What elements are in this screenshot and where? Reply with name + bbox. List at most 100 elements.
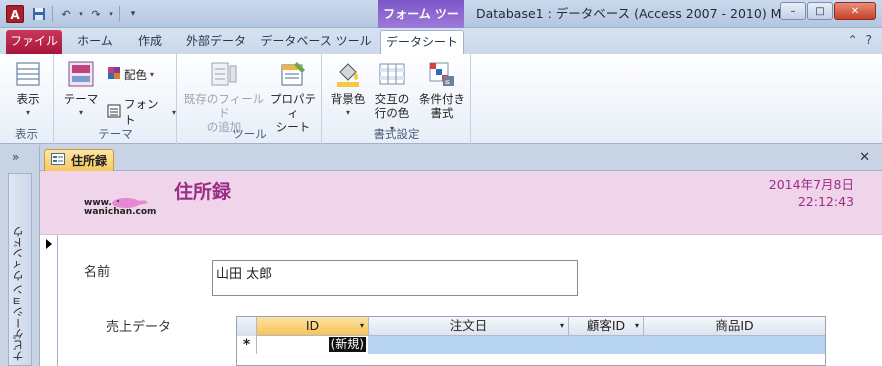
title-bar: A ↶ ▾ ↷ ▾ ▾ フォーム ツール Database1 : データベース …: [0, 0, 882, 49]
paint-bucket-icon: [334, 60, 362, 88]
alternate-row-color-button[interactable]: 交互の 行の色 ▾: [371, 60, 413, 136]
view-button-label: 表示: [16, 92, 40, 106]
chevron-down-icon[interactable]: ▾: [77, 5, 85, 23]
maximize-button[interactable]: □: [807, 2, 833, 20]
toolbar-separator: [119, 6, 120, 22]
close-button[interactable]: ✕: [834, 2, 876, 20]
tab-home[interactable]: ホーム: [70, 30, 120, 54]
tab-create[interactable]: 作成: [126, 30, 174, 54]
add-existing-fields-button[interactable]: 既存のフィールド の追加: [182, 60, 266, 134]
form-header: www. wanichan.com 住所録 2014年7月8日 22:12:43: [40, 171, 882, 235]
column-header-product-id[interactable]: 商品ID: [644, 317, 825, 336]
document-tab-label: 住所録: [71, 154, 108, 168]
column-header-customer-id[interactable]: 顧客ID ▾: [569, 317, 644, 336]
new-record-marker[interactable]: *: [237, 336, 257, 354]
group-tools: 既存のフィールド の追加 プロパティ シート ツール: [178, 54, 322, 144]
chevron-down-icon[interactable]: ▾: [360, 317, 364, 335]
fonts-label: フォント: [124, 97, 159, 127]
background-color-label: 背景色: [330, 92, 366, 106]
window-title: Database1 : データベース (Access 2007 - 2010) …: [476, 6, 794, 21]
alternate-rows-icon: [378, 60, 406, 88]
theme-button-label: テーマ: [63, 92, 99, 106]
fonts-button[interactable]: フォント ▾: [107, 96, 176, 128]
chevron-down-icon[interactable]: ▾: [107, 5, 115, 23]
cell-order-date[interactable]: [369, 336, 569, 354]
view-button[interactable]: 表示 ▾: [8, 60, 48, 120]
group-label-tools: ツール: [232, 127, 267, 141]
tab-external-data[interactable]: 外部データ: [180, 30, 252, 54]
toolbar-separator: [52, 6, 53, 22]
form-title: 住所録: [174, 181, 232, 203]
conditional-format-icon: ≤: [428, 60, 456, 88]
expand-navigation-button[interactable]: »: [12, 150, 19, 164]
new-record-label: (新規): [328, 337, 366, 352]
add-fields-label-line1: 既存のフィールド: [183, 92, 265, 120]
colors-label: 配色: [124, 67, 147, 82]
property-sheet-button[interactable]: プロパティ シート: [268, 60, 318, 134]
column-header-label: ID: [305, 318, 320, 333]
theme-button[interactable]: テーマ ▾: [61, 60, 101, 120]
select-all-corner[interactable]: [237, 317, 257, 336]
group-label-theme: テーマ: [98, 127, 133, 141]
cell-id[interactable]: (新規): [257, 336, 369, 354]
chevron-down-icon: ▾: [78, 108, 83, 117]
close-document-icon[interactable]: ✕: [859, 150, 870, 165]
form-tools-context-tab: フォーム ツール: [378, 0, 464, 49]
tab-database-tools[interactable]: データベース ツール: [260, 30, 372, 54]
chevron-down-icon[interactable]: ▾: [635, 317, 639, 335]
group-theme: テーマ ▾ 配色 ▾ フォント ▾ テーマ: [55, 54, 177, 144]
form-date: 2014年7月8日: [768, 177, 854, 192]
ribbon: 表示 ▾ 表示 テーマ ▾ 配色 ▾ フォント ▾ テーマ 既存のフィールド の…: [0, 54, 882, 144]
save-icon[interactable]: [30, 5, 48, 23]
conditional-formatting-button[interactable]: ≤ 条件付き 書式: [417, 60, 467, 120]
theme-icon: [67, 60, 95, 88]
tab-datasheet[interactable]: データシート: [380, 30, 464, 55]
background-color-button[interactable]: 背景色 ▾: [327, 60, 369, 120]
redo-icon[interactable]: ↷: [87, 5, 105, 23]
name-field[interactable]: 山田 太郎: [212, 260, 578, 296]
collapse-ribbon-icon[interactable]: ⌃: [848, 33, 858, 47]
view-icon: [14, 60, 42, 88]
property-sheet-label-line1: プロパティ: [270, 92, 316, 120]
column-header-order-date[interactable]: 注文日 ▾: [369, 317, 569, 336]
chevron-down-icon: ▾: [25, 108, 30, 117]
tab-file[interactable]: ファイル: [6, 30, 62, 54]
conditional-format-label-line2: 書式: [430, 106, 454, 120]
help-icon[interactable]: ?: [866, 33, 872, 47]
ribbon-right-icons: ⌃ ?: [848, 33, 872, 47]
chevron-down-icon[interactable]: ▾: [560, 317, 564, 335]
undo-icon[interactable]: ↶: [57, 5, 75, 23]
chevron-down-icon: ▾: [345, 108, 350, 117]
customize-toolbar-icon[interactable]: ▾: [124, 5, 142, 23]
colors-icon: [107, 66, 121, 83]
column-header-label: 商品ID: [715, 318, 754, 333]
column-header-label: 顧客ID: [586, 318, 626, 333]
cell-product-id[interactable]: [644, 336, 825, 354]
group-formatting: 背景色 ▾ 交互の 行の色 ▾ ≤ 条件付き 書式 書式設定: [323, 54, 471, 144]
navigation-pane-label: ナビゲーション ウィンドウ: [12, 225, 25, 362]
column-header-label: 注文日: [449, 318, 488, 333]
logo-text-line2: wanichan.com: [84, 207, 157, 217]
property-sheet-icon: [279, 60, 307, 88]
document-tab-address-book[interactable]: 住所録: [44, 149, 114, 171]
record-selector[interactable]: [40, 235, 58, 366]
chevron-down-icon: ▾: [150, 70, 155, 79]
form-icon: [51, 153, 65, 168]
colors-button[interactable]: 配色 ▾: [107, 66, 154, 83]
group-label-formatting: 書式設定: [373, 127, 420, 141]
address-book-form: www. wanichan.com 住所録 2014年7月8日 22:12:43…: [40, 171, 882, 366]
document-tab-bar: 住所録 ✕: [40, 145, 882, 171]
quick-access-toolbar: ↶ ▾ ↷ ▾ ▾: [30, 5, 142, 23]
navigation-pane-strip[interactable]: ナビゲーション ウィンドウ: [8, 173, 32, 366]
fonts-icon: [107, 104, 121, 121]
cell-customer-id[interactable]: [569, 336, 644, 354]
minimize-button[interactable]: –: [780, 2, 806, 20]
svg-text:≤: ≤: [445, 78, 451, 86]
table-row: * (新規): [237, 336, 827, 354]
sales-datasheet: ID ▾ 注文日 ▾ 顧客ID ▾ 商品ID * (新規): [236, 316, 826, 366]
datasheet-header: ID ▾ 注文日 ▾ 顧客ID ▾ 商品ID: [237, 317, 827, 336]
form-time: 22:12:43: [797, 194, 854, 209]
add-fields-icon: [210, 60, 238, 88]
column-header-id[interactable]: ID ▾: [257, 317, 369, 336]
access-app-icon[interactable]: A: [6, 5, 24, 23]
